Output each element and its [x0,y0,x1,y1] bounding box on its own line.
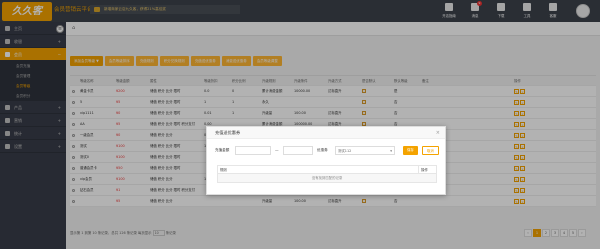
operation-column-header: 操作 [418,166,428,174]
cancel-button[interactable]: 取消 [422,146,439,155]
dialog-header: 充值送优惠券 × [207,127,445,139]
modal-overlay[interactable] [0,0,600,249]
range-dash: — [275,148,279,152]
rule-column-header: 规则 [220,168,227,172]
coupon-select[interactable]: 测试112 ▾ [335,146,395,155]
close-icon[interactable]: × [436,127,440,139]
save-button[interactable]: 保存 [403,146,418,155]
amount-max-input[interactable] [283,146,313,155]
rule-table-header: 规则 操作 [218,166,436,174]
amount-min-input[interactable] [235,146,271,155]
dialog-form: 充值金额 — 优惠券 测试112 ▾ 保存 取消 [215,146,439,156]
amount-label: 充值金额 [215,148,230,152]
dialog-title: 充值送优惠券 [215,130,241,135]
coupon-selected-value: 测试112 [338,149,352,153]
empty-state: 没有找到匹配的记录 [218,174,436,182]
coupon-label: 优惠券 [317,148,328,152]
chevron-down-icon: ▾ [390,149,392,153]
rule-table: 规则 操作 没有找到匹配的记录 [217,165,437,183]
recharge-coupon-dialog: 充值送优惠券 × 充值金额 — 优惠券 测试112 ▾ 保存 取消 规则 操作 … [206,126,446,195]
